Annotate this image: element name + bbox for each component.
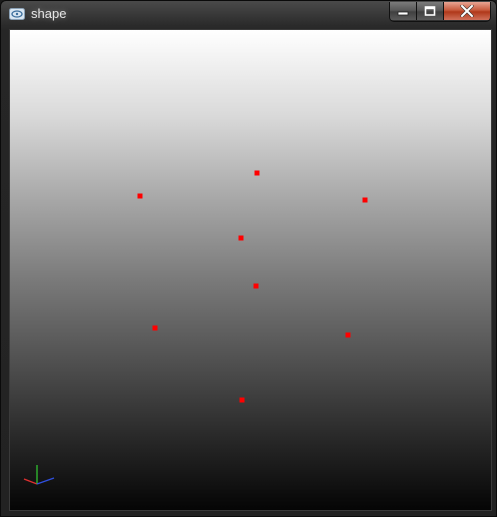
point bbox=[137, 193, 143, 199]
title-bar[interactable]: shape bbox=[1, 1, 496, 29]
maximize-icon bbox=[424, 6, 436, 16]
point bbox=[238, 235, 244, 241]
axis-z bbox=[36, 477, 55, 485]
app-icon bbox=[9, 8, 25, 20]
axis-x bbox=[23, 478, 38, 485]
minimize-icon bbox=[397, 11, 409, 16]
maximize-button[interactable] bbox=[417, 2, 444, 20]
render-viewport[interactable] bbox=[9, 29, 492, 511]
close-button[interactable] bbox=[444, 2, 490, 20]
axes-gizmo bbox=[23, 465, 55, 485]
caption-buttons bbox=[389, 2, 491, 22]
point bbox=[239, 397, 245, 403]
close-icon bbox=[460, 5, 474, 17]
app-window: shape bbox=[0, 0, 497, 517]
point-cloud bbox=[137, 170, 368, 403]
point bbox=[253, 283, 259, 289]
point bbox=[362, 197, 368, 203]
window-title: shape bbox=[31, 6, 67, 21]
point bbox=[254, 170, 260, 176]
point bbox=[345, 332, 351, 338]
minimize-button[interactable] bbox=[390, 2, 417, 20]
point bbox=[152, 325, 158, 331]
